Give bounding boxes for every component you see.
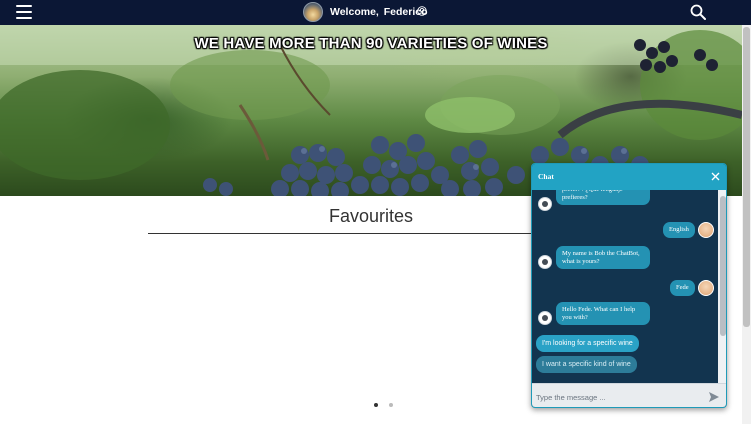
welcome-label: Welcome, xyxy=(330,6,379,18)
chat-scrollbar-thumb[interactable] xyxy=(720,196,726,336)
chat-input-bar xyxy=(532,383,726,407)
bot-avatar xyxy=(538,197,552,211)
search-icon[interactable] xyxy=(690,4,706,20)
bot-avatar xyxy=(538,311,552,325)
user-avatar xyxy=(698,222,714,238)
favourites-title: Favourites xyxy=(328,206,414,226)
page-scrollbar[interactable] xyxy=(742,25,751,424)
bot-message: Hello Fede. What can I help you with? xyxy=(556,302,650,325)
user-message: Fede xyxy=(670,280,695,296)
user-message: English xyxy=(663,222,695,238)
page-scrollbar-thumb[interactable] xyxy=(743,27,750,327)
bot-message: prefer? / ¿Qué lenguaje prefieres? xyxy=(556,190,650,205)
choice-specific-wine-button[interactable]: I'm looking for a specific wine xyxy=(536,335,639,352)
user-circle-icon[interactable] xyxy=(417,6,427,16)
favourites-divider xyxy=(148,233,594,234)
welcome-text: Welcome, Federico xyxy=(330,6,428,18)
top-navigation-bar: Welcome, Federico xyxy=(0,0,751,25)
bot-message: My name is Bob the ChatBot, what is your… xyxy=(556,246,650,269)
send-icon[interactable] xyxy=(708,391,720,403)
chat-messages[interactable]: prefer? / ¿Qué lenguaje prefieres? Engli… xyxy=(532,190,718,383)
close-icon[interactable] xyxy=(710,171,721,182)
hero-title: WE HAVE MORE THAN 90 VARIETIES OF WINES xyxy=(194,35,548,52)
bot-avatar xyxy=(538,255,552,269)
chat-scrollbar[interactable] xyxy=(718,190,726,383)
brand-logo[interactable] xyxy=(303,2,323,22)
hamburger-menu-icon[interactable] xyxy=(16,5,32,19)
chat-message-input[interactable] xyxy=(536,389,704,405)
chat-widget: Chat prefer? / ¿Qué lenguaje prefieres? … xyxy=(531,163,727,408)
chat-header: Chat xyxy=(532,164,726,190)
choice-kind-of-wine-button[interactable]: I want a specific kind of wine xyxy=(536,356,637,373)
carousel-dot-1[interactable] xyxy=(374,403,378,407)
chat-title: Chat xyxy=(538,172,554,181)
user-avatar xyxy=(698,280,714,296)
carousel-dot-2[interactable] xyxy=(389,403,393,407)
